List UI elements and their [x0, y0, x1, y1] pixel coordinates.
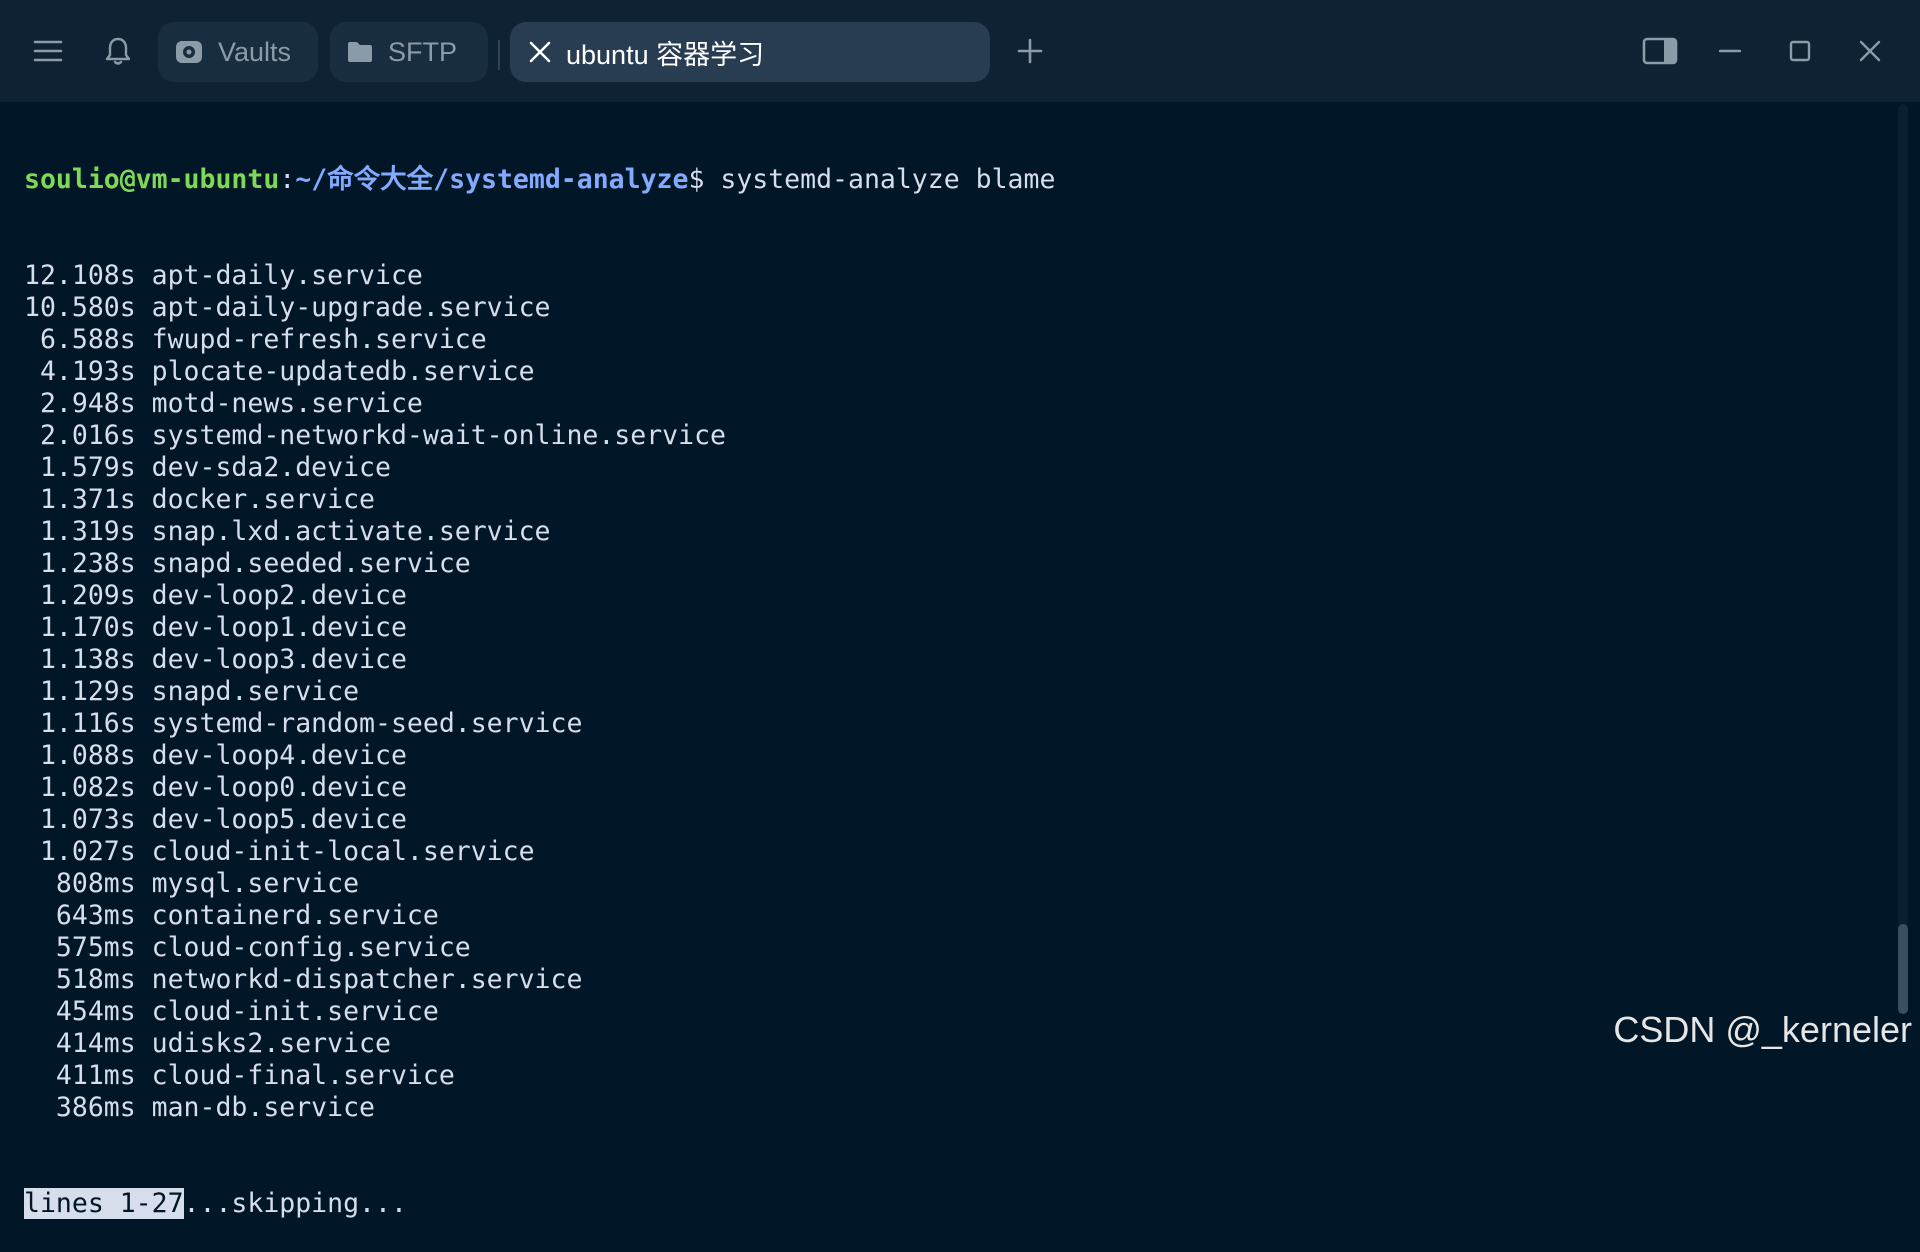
tab-label: SFTP: [388, 36, 458, 67]
output-line: 1.073s dev-loop5.device: [24, 804, 407, 835]
prompt-path: ~/命令大全/systemd-analyze: [295, 164, 689, 195]
maximize-icon[interactable]: [1782, 30, 1818, 72]
output-line: 1.027s cloud-init-local.service: [24, 836, 535, 867]
bell-icon[interactable]: [100, 30, 136, 72]
output-line: 2.948s motd-news.service: [24, 388, 423, 419]
scrollbar-thumb[interactable]: [1898, 924, 1908, 1014]
scrollbar[interactable]: [1898, 104, 1908, 1014]
pager-status: lines 1-27...skipping...: [24, 1188, 1894, 1220]
tab-label: Vaults: [218, 36, 292, 67]
output-line: 1.116s systemd-random-seed.service: [24, 708, 583, 739]
prompt-user: soulio@vm-ubuntu: [24, 164, 280, 195]
output-line: 10.580s apt-daily-upgrade.service: [24, 292, 551, 323]
output-lines: 12.108s apt-daily.service 10.580s apt-dai…: [24, 260, 1894, 1124]
vault-icon: [174, 38, 204, 66]
new-tab-icon[interactable]: [1012, 30, 1048, 72]
output-line: 2.016s systemd-networkd-wait-online.serv…: [24, 420, 726, 451]
title-bar: Vaults SFTP ubuntu 容器学习: [0, 0, 1920, 102]
output-line: 643ms containerd.service: [24, 900, 439, 931]
output-line: 1.371s docker.service: [24, 484, 375, 515]
output-line: 1.170s dev-loop1.device: [24, 612, 407, 643]
sidebar-toggle-icon[interactable]: [1640, 30, 1680, 72]
folder-icon: [346, 40, 374, 64]
output-line: 808ms mysql.service: [24, 868, 360, 899]
output-line: 1.319s snap.lxd.activate.service: [24, 516, 551, 547]
output-line: 4.193s plocate-updatedb.service: [24, 356, 535, 387]
output-line: 1.129s snapd.service: [24, 676, 360, 707]
tab-label: ubuntu 容器学习: [566, 39, 765, 70]
menu-icon[interactable]: [30, 30, 66, 72]
pager-status-text: ...skipping...: [183, 1188, 407, 1219]
output-line: 386ms man-db.service: [24, 1092, 375, 1123]
output-line: 1.082s dev-loop0.device: [24, 772, 407, 803]
output-line: 1.238s snapd.seeded.service: [24, 548, 471, 579]
close-icon[interactable]: [528, 40, 552, 64]
prompt-line: soulio@vm-ubuntu:~/命令大全/systemd-analyze$…: [24, 164, 1894, 196]
terminal-output[interactable]: soulio@vm-ubuntu:~/命令大全/systemd-analyze$…: [24, 100, 1894, 1219]
output-line: 1.088s dev-loop4.device: [24, 740, 407, 771]
tab-sftp[interactable]: SFTP: [330, 22, 488, 82]
tab-vaults[interactable]: Vaults: [158, 22, 318, 82]
output-line: 1.209s dev-loop2.device: [24, 580, 407, 611]
output-line: 411ms cloud-final.service: [24, 1060, 455, 1091]
output-line: 575ms cloud-config.service: [24, 932, 471, 963]
output-line: 6.588s fwupd-refresh.service: [24, 324, 487, 355]
output-line: 518ms networkd-dispatcher.service: [24, 964, 583, 995]
output-line: 1.579s dev-sda2.device: [24, 452, 391, 483]
tab-divider: [498, 40, 500, 70]
pager-status-highlight: lines 1-27: [24, 1188, 184, 1219]
prompt-dollar: $: [688, 164, 721, 195]
minimize-icon[interactable]: [1712, 30, 1748, 72]
prompt-separator: :: [279, 164, 296, 195]
output-line: 12.108s apt-daily.service: [24, 260, 423, 291]
watermark: CSDN @_kerneler: [1613, 1009, 1912, 1050]
window-close-icon[interactable]: [1852, 30, 1888, 72]
output-line: 1.138s dev-loop3.device: [24, 644, 407, 675]
tab-ubuntu[interactable]: ubuntu 容器学习: [510, 22, 990, 82]
command-text: systemd-analyze blame: [720, 164, 1056, 195]
